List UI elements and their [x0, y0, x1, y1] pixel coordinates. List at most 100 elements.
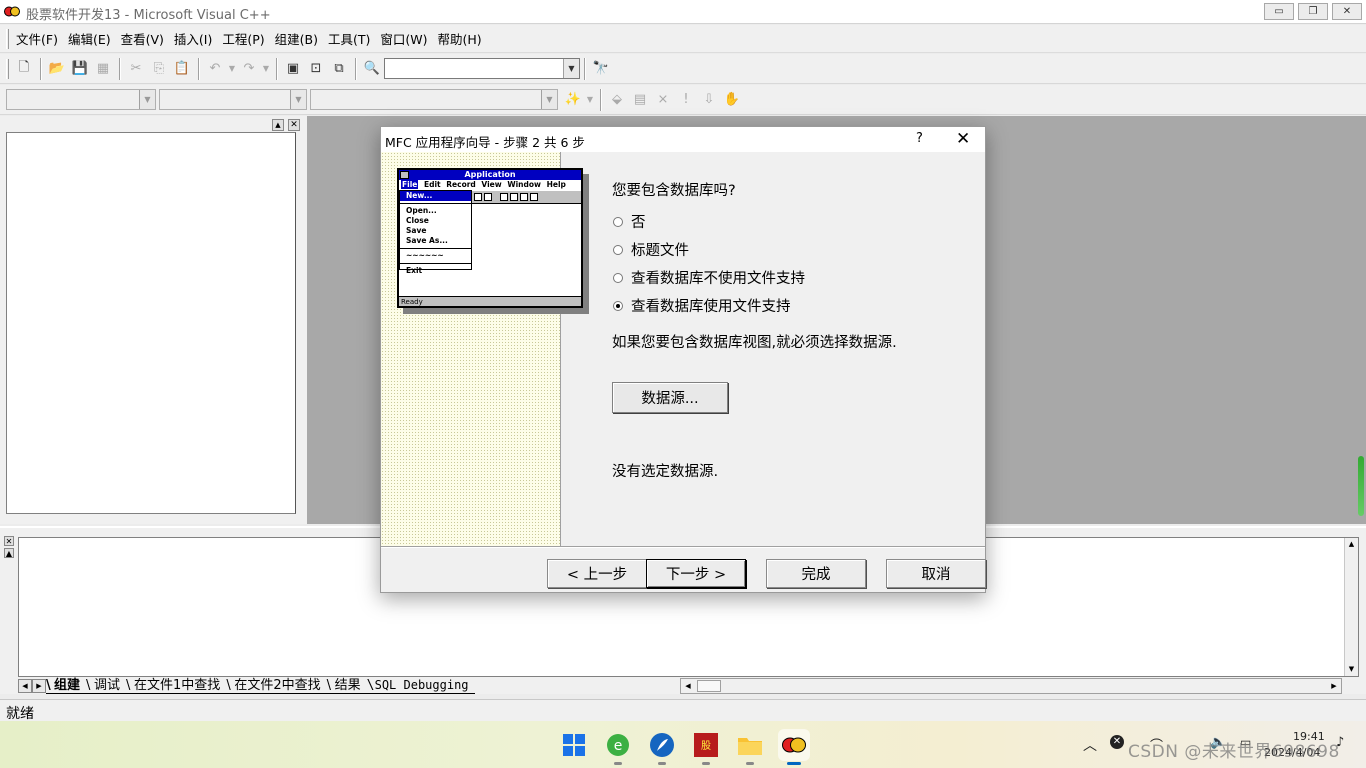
tab-find-in-files-2[interactable]: 在文件2中查找 [226, 678, 327, 694]
help-icon[interactable]: ? [916, 131, 923, 146]
next-button[interactable]: 下一步 > [646, 559, 746, 588]
minimize-button[interactable]: ▭ [1264, 3, 1294, 20]
tab-scroll-right-icon[interactable]: ▶ [32, 679, 46, 693]
preview-menu-bar: File Edit Record View Window Help [399, 180, 581, 190]
restore-button[interactable]: ❐ [1298, 3, 1328, 20]
members-combo[interactable]: ▼ [310, 89, 558, 110]
workspace-icon[interactable]: ▣ [282, 58, 304, 80]
radio-db-view-no-file[interactable]: 查看数据库不使用文件支持 [613, 267, 805, 288]
scroll-down-icon[interactable]: ▼ [1345, 663, 1358, 676]
datasource-button[interactable]: 数据源... [612, 382, 728, 413]
radio-circle[interactable] [613, 216, 623, 227]
radio-none[interactable]: 否 [613, 211, 646, 232]
radio-label: 标题文件 [631, 243, 689, 259]
save-icon[interactable]: 💾 [69, 58, 91, 80]
tab-results[interactable]: 结果 [326, 678, 367, 694]
tab-find-in-files-1[interactable]: 在文件1中查找 [126, 678, 227, 694]
tray-app-icon[interactable]: ✕ [1110, 735, 1124, 749]
menu-insert[interactable]: 插入(I) [171, 29, 215, 48]
build-icon[interactable]: ▤ [629, 89, 651, 111]
undo-icon[interactable]: ↶ [204, 58, 226, 80]
output-dock-icon[interactable]: ▲ [4, 548, 14, 558]
standard-toolbar: 🗋 📂 💾 ▦ ✂ ⎘ 📋 ↶ ▼ ↷ ▼ ▣ ⊡ ⧉ 🔍 ▼ 🔭 [0, 54, 1366, 84]
windows-start-icon[interactable] [558, 729, 590, 761]
back-button[interactable]: < 上一步 [547, 559, 647, 588]
redo-dropdown-icon[interactable]: ▼ [261, 58, 271, 80]
browser-icon[interactable]: e [602, 729, 634, 765]
scroll-thumb[interactable] [697, 680, 721, 692]
output-window-icon[interactable]: ⊡ [305, 58, 327, 80]
close-window-button[interactable]: ✕ [1332, 3, 1362, 20]
stop-build-icon[interactable]: ⨯ [652, 89, 674, 111]
menu-window[interactable]: 窗口(W) [377, 29, 430, 48]
menu-help[interactable]: 帮助(H) [435, 29, 485, 48]
tab-debug[interactable]: 调试 [86, 678, 127, 694]
output-vertical-scrollbar[interactable]: ▲ ▼ [1344, 538, 1358, 676]
dialog-separator [381, 546, 985, 548]
scroll-right-icon[interactable]: ▶ [1327, 679, 1341, 693]
workspace-close-icon[interactable]: ✕ [288, 119, 300, 131]
find-combo[interactable]: ▼ [384, 58, 580, 79]
cancel-button[interactable]: 取消 [886, 559, 986, 588]
file-explorer-icon[interactable] [734, 729, 766, 765]
radio-circle-selected[interactable] [613, 300, 623, 311]
find-icon[interactable]: 🔭 [590, 58, 612, 80]
copy-icon[interactable]: ⎘ [148, 58, 170, 80]
cut-icon[interactable]: ✂ [125, 58, 147, 80]
svg-text:e: e [614, 738, 623, 754]
compile-icon[interactable]: ⬙ [606, 89, 628, 111]
workspace-tree[interactable] [6, 132, 296, 514]
radio-db-view-with-file[interactable]: 查看数据库使用文件支持 [613, 295, 791, 316]
output-horizontal-scrollbar[interactable]: ◀ ▶ [680, 678, 1342, 694]
tab-scroll-left-icon[interactable]: ◀ [18, 679, 32, 693]
output-close-icon[interactable]: ✕ [4, 536, 14, 546]
save-all-icon[interactable]: ▦ [92, 58, 114, 80]
finish-button[interactable]: 完成 [766, 559, 866, 588]
preview-file-item: ~~~~~~ [406, 251, 444, 260]
preview-status-bar: Ready [399, 296, 581, 306]
toolbar-grip[interactable] [6, 58, 9, 79]
chevron-down-icon[interactable]: ▼ [541, 90, 557, 109]
paste-icon[interactable]: 📋 [171, 58, 193, 80]
menu-view[interactable]: 查看(V) [118, 29, 167, 48]
preview-file-item: Save [406, 226, 427, 235]
undo-dropdown-icon[interactable]: ▼ [227, 58, 237, 80]
filter-combo[interactable]: ▼ [159, 89, 307, 110]
menu-file[interactable]: 文件(F) [13, 29, 61, 48]
menubar-grip[interactable] [6, 28, 9, 49]
redo-icon[interactable]: ↷ [238, 58, 260, 80]
execute-icon[interactable]: ! [675, 89, 697, 111]
feather-app-icon[interactable] [646, 729, 678, 765]
open-folder-icon[interactable]: 📂 [46, 58, 68, 80]
chevron-down-icon[interactable]: ▼ [563, 59, 579, 78]
scroll-up-icon[interactable]: ▲ [1345, 538, 1358, 551]
radio-header-files[interactable]: 标题文件 [613, 239, 689, 260]
window-title-bar: 股票软件开发13 - Microsoft Visual C++ ▭ ❐ ✕ [0, 0, 1366, 24]
new-text-file-icon[interactable]: 🗋 [13, 58, 35, 80]
go-icon[interactable]: ⇩ [698, 89, 720, 111]
preview-file-item: Open... [406, 206, 437, 215]
class-combo[interactable]: ▼ [6, 89, 156, 110]
menu-build[interactable]: 组建(B) [272, 29, 321, 48]
preview-file-item: Exit [406, 266, 423, 275]
chevron-down-icon[interactable]: ▼ [139, 90, 155, 109]
menu-edit[interactable]: 编辑(E) [65, 29, 114, 48]
wizard-dropdown-icon[interactable]: ▼ [585, 89, 595, 111]
visual-cpp-icon[interactable] [778, 729, 810, 765]
wizard-actions-icon[interactable]: ✨ [562, 89, 584, 111]
window-list-icon[interactable]: ⧉ [328, 58, 350, 80]
tab-build[interactable]: 组建 [46, 678, 87, 694]
chevron-down-icon[interactable]: ▼ [290, 90, 306, 109]
radio-circle[interactable] [613, 244, 623, 255]
breakpoint-hand-icon[interactable]: ✋ [721, 89, 743, 111]
stock-app-icon[interactable]: 股 [690, 729, 722, 765]
radio-circle[interactable] [613, 272, 623, 283]
show-hidden-icons-chevron-icon[interactable]: ︿ [1083, 735, 1097, 755]
dialog-close-icon[interactable]: ✕ [956, 129, 970, 149]
find-in-files-icon[interactable]: 🔍 [361, 58, 383, 80]
menu-tools[interactable]: 工具(T) [325, 29, 373, 48]
workspace-dock-icon[interactable]: ▲ [272, 119, 284, 131]
menu-project[interactable]: 工程(P) [219, 29, 267, 48]
tab-sql-debugging[interactable]: SQL Debugging [366, 678, 475, 694]
scroll-left-icon[interactable]: ◀ [681, 679, 695, 693]
